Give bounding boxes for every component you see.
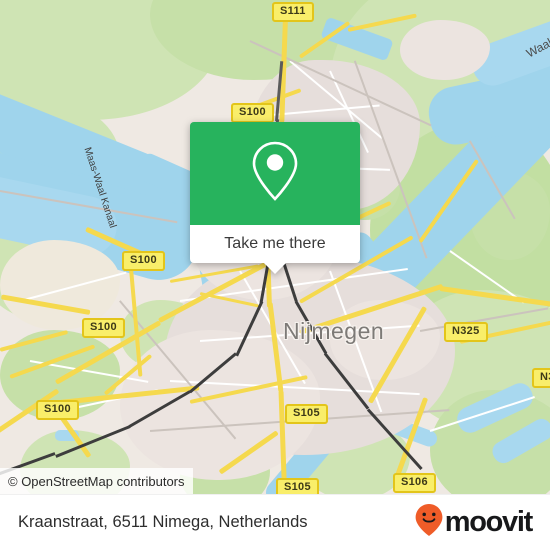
shield-s111[interactable]: S111 xyxy=(272,2,314,22)
destination-callout[interactable]: Take me there xyxy=(190,122,360,274)
shield-s100-lower[interactable]: S100 xyxy=(36,400,79,420)
take-me-there-button[interactable]: Take me there xyxy=(190,225,360,263)
moovit-wordmark: moovit xyxy=(444,506,534,538)
take-me-there-label: Take me there xyxy=(224,235,326,252)
shield-s105-bottom[interactable]: S105 xyxy=(276,478,319,494)
shield-n-edge[interactable]: N3 xyxy=(532,368,550,388)
osm-attribution[interactable]: © OpenStreetMap contributors xyxy=(0,468,193,494)
address-title: Kraanstraat, 6511 Nimega, Netherlands xyxy=(18,513,308,531)
shield-s106[interactable]: S106 xyxy=(393,473,436,493)
shield-n325[interactable]: N325 xyxy=(444,322,488,342)
shield-s100-top[interactable]: S100 xyxy=(231,103,274,123)
map-canvas[interactable]: Nijmegen Maas-Waal Kanaal Waal S111 S100… xyxy=(0,0,550,494)
shield-s100-mid[interactable]: S100 xyxy=(122,251,165,271)
callout-pointer xyxy=(264,263,286,274)
shield-s100-left[interactable]: S100 xyxy=(82,318,125,338)
shield-s105-mid[interactable]: S105 xyxy=(285,404,328,424)
map-screenshot: Nijmegen Maas-Waal Kanaal Waal S111 S100… xyxy=(0,0,550,550)
osm-attribution-text: © OpenStreetMap contributors xyxy=(8,473,185,489)
map-pin-icon xyxy=(247,137,303,210)
moovit-logo[interactable]: moovit xyxy=(414,503,534,542)
callout-pin-panel xyxy=(190,122,360,225)
footer-bar: Kraanstraat, 6511 Nimega, Netherlands mo… xyxy=(0,494,550,550)
moovit-smiley-pin-icon xyxy=(414,503,444,542)
